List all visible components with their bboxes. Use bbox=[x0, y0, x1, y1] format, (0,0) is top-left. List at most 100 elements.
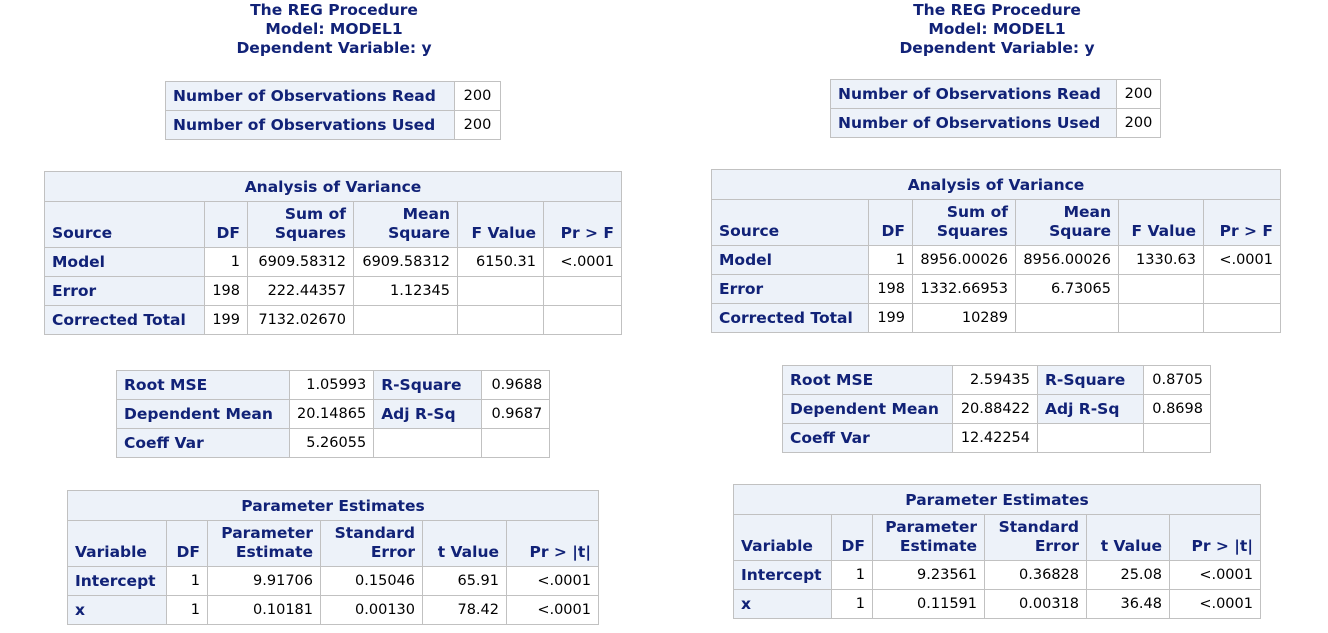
table-row: Coeff Var 5.26055 bbox=[116, 428, 551, 458]
fit-value: 2.59435 bbox=[952, 365, 1038, 395]
regression-output-left: The REG Procedure Model: MODEL1 Dependen… bbox=[0, 0, 664, 633]
anova-source: Error bbox=[44, 276, 205, 306]
param-variable: x bbox=[67, 595, 167, 625]
table-row: x 1 0.11591 0.00318 36.48 <.0001 bbox=[733, 589, 1261, 619]
fit-value: 0.9687 bbox=[481, 399, 551, 429]
anova-ms: 8956.00026 bbox=[1015, 245, 1119, 275]
table-row: Number of Observations Used 200 bbox=[830, 108, 1161, 138]
anova-col-ms: Mean Square bbox=[353, 201, 458, 248]
observations-used-value: 200 bbox=[454, 110, 501, 140]
anova-ms: 6.73065 bbox=[1015, 274, 1119, 304]
table-row: Variable DF Parameter Estimate Standard … bbox=[67, 520, 599, 567]
anova-ms bbox=[1015, 303, 1119, 333]
anova-col-p: Pr > F bbox=[1203, 199, 1281, 246]
anova-col-df: DF bbox=[868, 199, 913, 246]
param-estimate: 9.23561 bbox=[872, 560, 985, 590]
fit-value: 0.8698 bbox=[1143, 394, 1211, 424]
param-df: 1 bbox=[831, 560, 873, 590]
anova-df: 199 bbox=[868, 303, 913, 333]
table-row: Root MSE 2.59435 R-Square 0.8705 bbox=[782, 365, 1211, 395]
anova-p: <.0001 bbox=[1203, 245, 1281, 275]
param-p: <.0001 bbox=[1169, 560, 1261, 590]
anova-ss: 7132.02670 bbox=[247, 305, 354, 335]
table-row: Root MSE 1.05993 R-Square 0.9688 bbox=[116, 370, 551, 400]
param-t: 78.42 bbox=[422, 595, 507, 625]
fit-label: Coeff Var bbox=[116, 428, 290, 458]
procedure-title: The REG Procedure bbox=[250, 1, 418, 19]
param-se: 0.15046 bbox=[320, 566, 423, 596]
table-row: Intercept 1 9.23561 0.36828 25.08 <.0001 bbox=[733, 560, 1261, 590]
fit-label: Root MSE bbox=[116, 370, 290, 400]
anova-p bbox=[543, 305, 622, 335]
param-t: 65.91 bbox=[422, 566, 507, 596]
observations-read-label: Number of Observations Read bbox=[830, 79, 1117, 109]
anova-source: Corrected Total bbox=[44, 305, 205, 335]
anova-f bbox=[457, 276, 544, 306]
parameter-estimates-table: Parameter Estimates Variable DF Paramete… bbox=[733, 484, 1261, 619]
observations-read-value: 200 bbox=[1116, 79, 1161, 109]
anova-df: 199 bbox=[204, 305, 248, 335]
anova-caption: Analysis of Variance bbox=[711, 169, 1281, 200]
anova-f bbox=[1118, 303, 1204, 333]
fit-label-empty bbox=[1037, 423, 1144, 453]
observations-used-value: 200 bbox=[1116, 108, 1161, 138]
anova-ss: 6909.58312 bbox=[247, 247, 354, 277]
anova-p bbox=[1203, 303, 1281, 333]
params-col-se: Standard Error bbox=[320, 520, 423, 567]
param-estimate: 0.10181 bbox=[207, 595, 321, 625]
observations-read-value: 200 bbox=[454, 81, 501, 111]
table-row: Dependent Mean 20.88422 Adj R-Sq 0.8698 bbox=[782, 394, 1211, 424]
observations-used-label: Number of Observations Used bbox=[165, 110, 455, 140]
anova-p bbox=[543, 276, 622, 306]
anova-col-source: Source bbox=[711, 199, 869, 246]
param-p: <.0001 bbox=[506, 566, 599, 596]
param-variable: Intercept bbox=[67, 566, 167, 596]
fit-label: Dependent Mean bbox=[116, 399, 290, 429]
parameter-estimates-table: Parameter Estimates Variable DF Paramete… bbox=[67, 490, 599, 625]
table-row: Intercept 1 9.91706 0.15046 65.91 <.0001 bbox=[67, 566, 599, 596]
observations-read-label: Number of Observations Read bbox=[165, 81, 455, 111]
fit-value: 0.8705 bbox=[1143, 365, 1211, 395]
fit-value: 1.05993 bbox=[288, 370, 375, 400]
param-estimate: 9.91706 bbox=[207, 566, 321, 596]
dependent-variable-title: Dependent Variable: y bbox=[236, 39, 432, 57]
fit-label-empty bbox=[373, 428, 483, 458]
param-se: 0.00130 bbox=[320, 595, 423, 625]
anova-source: Model bbox=[44, 247, 205, 277]
param-df: 1 bbox=[831, 589, 873, 619]
anova-ms: 1.12345 bbox=[353, 276, 458, 306]
observations-table: Number of Observations Read 200 Number o… bbox=[830, 79, 1161, 138]
anova-col-ss: Sum of Squares bbox=[912, 199, 1016, 246]
fit-label: R-Square bbox=[373, 370, 483, 400]
fit-value: 20.88422 bbox=[952, 394, 1038, 424]
table-row: Model 1 6909.58312 6909.58312 6150.31 <.… bbox=[44, 247, 622, 277]
table-row: Dependent Mean 20.14865 Adj R-Sq 0.9687 bbox=[116, 399, 551, 429]
fit-label: Adj R-Sq bbox=[1037, 394, 1144, 424]
param-t: 25.08 bbox=[1086, 560, 1170, 590]
params-col-variable: Variable bbox=[67, 520, 167, 567]
anova-ms bbox=[353, 305, 458, 335]
param-variable: Intercept bbox=[733, 560, 832, 590]
anova-p bbox=[1203, 274, 1281, 304]
fit-value: 20.14865 bbox=[288, 399, 375, 429]
anova-ss: 1332.66953 bbox=[912, 274, 1016, 304]
table-row: Corrected Total 199 7132.02670 bbox=[44, 305, 622, 335]
table-row: Analysis of Variance bbox=[44, 171, 622, 202]
fit-value: 5.26055 bbox=[288, 428, 375, 458]
param-se: 0.00318 bbox=[984, 589, 1087, 619]
anova-ms: 6909.58312 bbox=[353, 247, 458, 277]
params-col-estimate: Parameter Estimate bbox=[872, 514, 985, 561]
table-row: Corrected Total 199 10289 bbox=[711, 303, 1281, 333]
params-col-se: Standard Error bbox=[984, 514, 1087, 561]
anova-df: 1 bbox=[868, 245, 913, 275]
param-df: 1 bbox=[166, 566, 208, 596]
table-row: Number of Observations Read 200 bbox=[165, 81, 501, 111]
anova-p: <.0001 bbox=[543, 247, 622, 277]
table-row: Coeff Var 12.42254 bbox=[782, 423, 1211, 453]
observations-used-label: Number of Observations Used bbox=[830, 108, 1117, 138]
anova-col-df: DF bbox=[204, 201, 248, 248]
anova-df: 1 bbox=[204, 247, 248, 277]
fit-value-empty bbox=[481, 428, 551, 458]
anova-df: 198 bbox=[204, 276, 248, 306]
params-col-estimate: Parameter Estimate bbox=[207, 520, 321, 567]
